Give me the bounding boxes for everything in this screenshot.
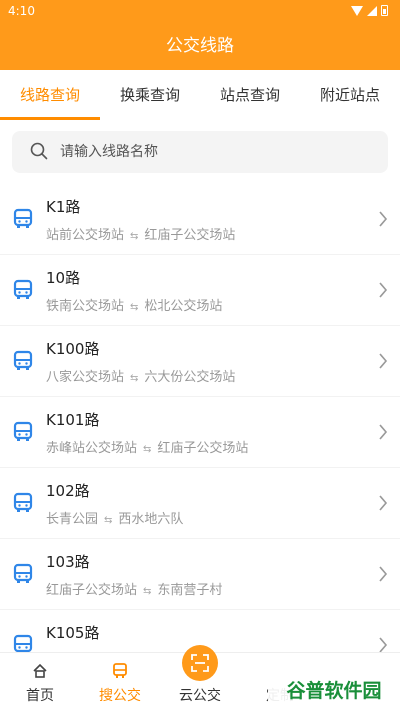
- route-endpoints: 站前公交场站 ⇆ 红庙子公交场站: [46, 224, 235, 243]
- chevron-right-icon: [379, 282, 388, 298]
- page-title: 公交线路: [0, 24, 400, 70]
- nav-search-bus-label: 搜公交: [99, 688, 141, 704]
- battery-icon: [381, 5, 388, 16]
- route-to: 西水地六队: [118, 512, 184, 527]
- tab-stop-query[interactable]: 站点查询: [200, 70, 300, 120]
- route-name: K101路: [46, 411, 100, 429]
- swap-arrows-icon: ⇆: [130, 302, 139, 313]
- route-endpoints: 铁南公交场站 ⇆ 松北公交场站: [46, 295, 222, 314]
- route-row[interactable]: 10路 铁南公交场站 ⇆ 松北公交场站: [0, 255, 400, 325]
- route-endpoints: 长青公园 ⇆ 西水地六队: [46, 508, 183, 527]
- signal-icon: [367, 5, 377, 16]
- route-from: 赤峰站公交场站: [46, 441, 138, 456]
- bus-icon: [13, 634, 33, 652]
- route-name: 102路: [46, 482, 90, 500]
- route-row[interactable]: K100路 八家公交场站 ⇆ 六大份公交场站: [0, 326, 400, 396]
- route-from: 八家公交场站: [46, 370, 125, 385]
- watermark-text: 谷普软件园: [286, 679, 381, 702]
- route-endpoints: 红庙子公交场站 ⇆ 东南营子村: [46, 579, 222, 598]
- route-to: 东南营子村: [157, 583, 223, 598]
- search-input[interactable]: [60, 131, 370, 173]
- route-endpoints: 赤峰站公交场站 ⇆ 红庙子公交场站: [46, 437, 248, 456]
- route-name: K1路: [46, 198, 81, 216]
- chevron-right-icon: [379, 424, 388, 440]
- route-name: K100路: [46, 340, 100, 358]
- swap-arrows-icon: ⇆: [130, 373, 139, 384]
- route-to: 六大份公交场站: [144, 370, 236, 385]
- chevron-right-icon: [379, 566, 388, 582]
- bus-icon: [13, 492, 33, 512]
- swap-arrows-icon: ⇆: [143, 586, 152, 597]
- route-row[interactable]: 102路 长青公园 ⇆ 西水地六队: [0, 468, 400, 538]
- status-time: 4:10: [8, 4, 35, 18]
- route-to: 红庙子公交场站: [144, 228, 236, 243]
- chevron-right-icon: [379, 495, 388, 511]
- route-from: 铁南公交场站: [46, 299, 125, 314]
- route-from: 长青公园: [46, 512, 99, 527]
- wifi-icon: [351, 5, 363, 16]
- route-name: K105路: [46, 624, 100, 642]
- nav-home-label: 首页: [26, 688, 54, 704]
- route-from: 红庙子公交场站: [46, 583, 138, 598]
- chevron-right-icon: [379, 211, 388, 227]
- route-name: 10路: [46, 269, 81, 287]
- nav-search-bus[interactable]: 搜公交: [80, 653, 160, 710]
- route-list: K1路 站前公交场站 ⇆ 红庙子公交场站 10路 铁南公交场站 ⇆ 松北公交场站 K10…: [0, 184, 400, 652]
- home-icon: [33, 663, 47, 678]
- bus-icon: [13, 350, 33, 370]
- route-row[interactable]: K1路 站前公交场站 ⇆ 红庙子公交场站: [0, 184, 400, 254]
- route-row[interactable]: 103路 红庙子公交场站 ⇆ 东南营子村: [0, 539, 400, 609]
- tab-nearby-stops[interactable]: 附近站点: [300, 70, 400, 120]
- search-icon: [30, 142, 48, 160]
- bus-icon: [13, 208, 33, 228]
- tab-route-query[interactable]: 线路查询: [0, 70, 100, 120]
- tab-transfer-query[interactable]: 换乘查询: [100, 70, 200, 120]
- bus-icon: [13, 421, 33, 441]
- bus-icon: [13, 563, 33, 583]
- nav-cloud-bus-label: 云公交: [179, 688, 221, 704]
- route-name: 103路: [46, 553, 90, 571]
- route-from: 站前公交场站: [46, 228, 125, 243]
- tab-bar: 线路查询 换乘查询 站点查询 附近站点: [0, 70, 400, 120]
- swap-arrows-icon: ⇆: [104, 515, 113, 526]
- system-icons: [351, 5, 388, 16]
- swap-arrows-icon: ⇆: [130, 231, 139, 242]
- swap-arrows-icon: ⇆: [143, 444, 152, 455]
- search-box[interactable]: [12, 131, 388, 173]
- scan-button[interactable]: [182, 645, 218, 681]
- search-section: [0, 120, 400, 184]
- chevron-right-icon: [379, 353, 388, 369]
- route-to: 红庙子公交场站: [157, 441, 249, 456]
- bus-icon: [13, 279, 33, 299]
- nav-home[interactable]: 首页: [0, 653, 80, 710]
- scan-icon: [191, 654, 209, 672]
- chevron-right-icon: [379, 637, 388, 652]
- route-endpoints: 八家公交场站 ⇆ 六大份公交场站: [46, 366, 235, 385]
- status-bar: 4:10: [0, 0, 400, 24]
- route-to: 松北公交场站: [144, 299, 223, 314]
- watermark-logo: 谷普软件园: [268, 672, 400, 706]
- route-row[interactable]: K101路 赤峰站公交场站 ⇆ 红庙子公交场站: [0, 397, 400, 467]
- bus-icon: [113, 663, 127, 678]
